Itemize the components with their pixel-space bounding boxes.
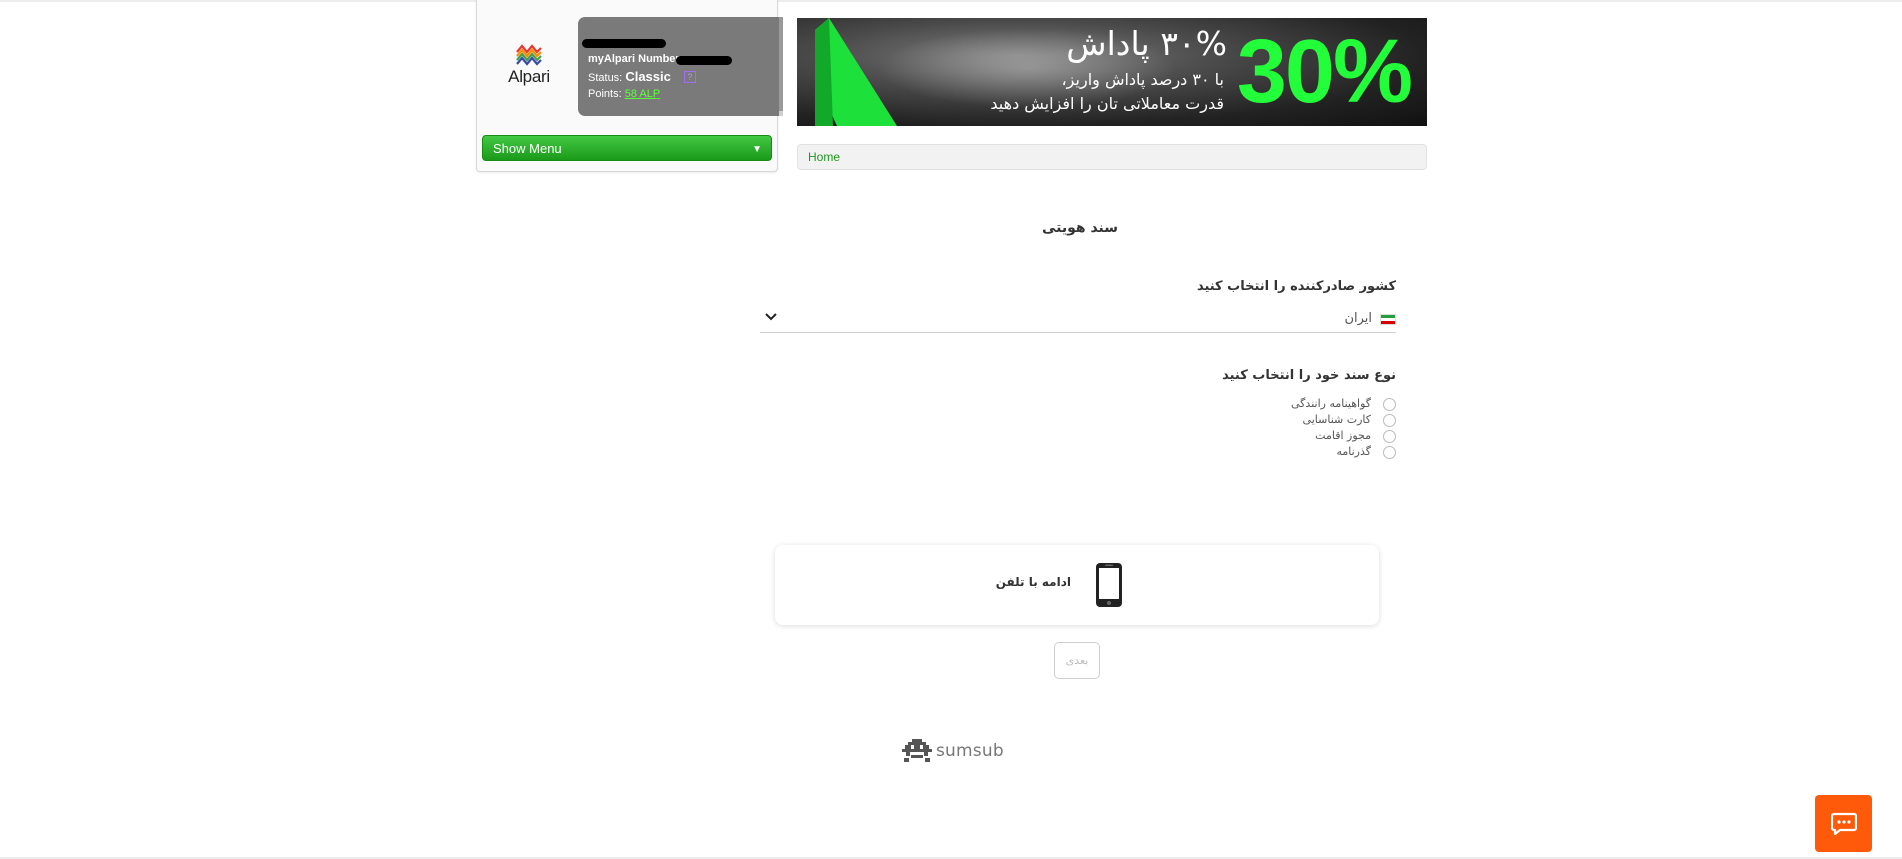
radio-label: مجوز اقامت <box>1315 429 1371 442</box>
account-number-label: myAlpari Number: <box>588 53 684 65</box>
account-card: myAlpari Number: Status: Classic ? Point… <box>578 17 783 116</box>
document-type-radio-group: گواهینامه رانندگی کارت شناسایی مجوز اقام… <box>1276 396 1396 460</box>
banner-line-2: قدرت معاملاتی تان را افزایش دهید <box>990 94 1224 113</box>
chevron-down-icon <box>765 313 777 321</box>
status-value: Classic <box>625 69 671 84</box>
continue-with-phone-card[interactable]: ادامه با تلفن <box>775 545 1379 625</box>
redacted-account-number <box>676 56 732 65</box>
radio-button[interactable] <box>1383 430 1396 443</box>
promo-banner[interactable]: 30% ۳۰% پاداش با ۳۰ درصد پاداش واریز، قد… <box>797 18 1427 126</box>
show-menu-button[interactable]: Show Menu ▼ <box>482 135 772 161</box>
redacted-name <box>582 39 666 48</box>
page-title: سند هویتی <box>1041 220 1119 236</box>
breadcrumb: Home <box>797 144 1427 170</box>
country-select[interactable]: ایران <box>760 306 1396 333</box>
document-type-label: نوع سند خود را انتخاب کنید <box>1222 368 1396 383</box>
smartphone-icon <box>1096 563 1122 607</box>
card-scrollbar[interactable] <box>779 17 783 116</box>
account-number-row: myAlpari Number: <box>588 53 683 65</box>
show-menu-label: Show Menu <box>493 141 562 156</box>
country-label: کشور صادرکننده را انتخاب کنید <box>1196 279 1396 294</box>
help-icon[interactable]: ? <box>683 71 696 83</box>
radio-label: گواهینامه رانندگی <box>1291 397 1371 410</box>
radio-option-passport[interactable]: گذرنامه <box>1276 444 1396 460</box>
points-link[interactable]: 58 ALP <box>625 88 660 100</box>
radio-button[interactable] <box>1383 398 1396 411</box>
sumsub-wordmark: sumsub <box>936 741 1004 761</box>
banner-percent: 30% <box>1236 22 1413 122</box>
continue-with-phone-label: ادامه با تلفن <box>995 575 1071 589</box>
banner-headline: ۳۰% پاداش <box>1066 24 1227 63</box>
radio-label: کارت شناسایی <box>1302 413 1371 426</box>
chat-bubble-icon <box>1831 812 1857 836</box>
sumsub-logo-icon <box>902 739 932 762</box>
top-border <box>0 0 1902 2</box>
iran-flag-icon <box>1380 314 1396 325</box>
sumsub-logo: sumsub <box>902 738 1004 764</box>
chat-button[interactable] <box>1815 795 1872 852</box>
breadcrumb-home-link[interactable]: Home <box>808 150 840 164</box>
green-arrow-shape <box>815 18 897 126</box>
account-panel: Alpari myAlpari Number: Status: Classic … <box>476 0 783 172</box>
logo-text: Alpari <box>508 67 550 86</box>
next-button[interactable]: بعدی <box>1054 642 1100 679</box>
points-label: Points: <box>588 88 622 100</box>
banner-line-1: با ۳۰ درصد پاداش واریز، <box>1061 70 1224 89</box>
country-value: ایران <box>1344 311 1372 326</box>
alpari-logo[interactable]: Alpari <box>489 44 569 100</box>
radio-option-driving-licence[interactable]: گواهینامه رانندگی <box>1276 396 1396 412</box>
radio-option-residence-permit[interactable]: مجوز اقامت <box>1276 428 1396 444</box>
radio-option-id-card[interactable]: کارت شناسایی <box>1276 412 1396 428</box>
status-row: Status: Classic ? <box>588 69 696 84</box>
radio-button[interactable] <box>1383 446 1396 459</box>
status-label: Status: <box>588 72 623 84</box>
dropdown-arrow-icon: ▼ <box>752 144 762 155</box>
alpari-logo-icon <box>516 44 542 66</box>
points-row: Points: 58 ALP <box>588 88 660 100</box>
radio-label: گذرنامه <box>1336 445 1371 458</box>
radio-button[interactable] <box>1383 414 1396 427</box>
